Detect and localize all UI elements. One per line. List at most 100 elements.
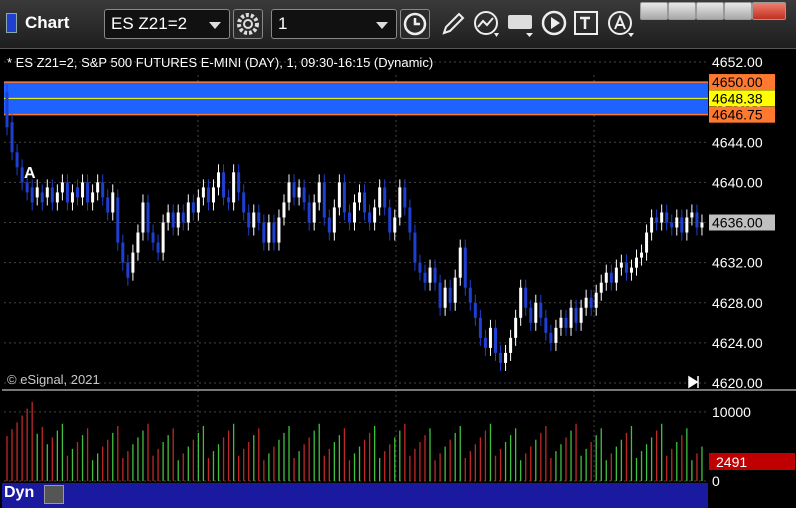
alert-icon[interactable]: [606, 9, 636, 39]
candle-body: [151, 232, 155, 243]
candle-body: [70, 192, 74, 203]
candle-body: [534, 302, 538, 323]
candle-body: [463, 247, 467, 288]
candle-body: [665, 212, 669, 223]
candle-body: [634, 257, 638, 268]
candle-body: [352, 202, 356, 223]
play-icon[interactable]: [540, 9, 570, 39]
copyright-text: © eSignal, 2021: [7, 372, 100, 387]
candle-body: [176, 212, 180, 228]
price-tick-label: 4628.00: [712, 295, 763, 311]
candle-body: [40, 192, 44, 203]
candle-body: [217, 172, 221, 188]
candle-body: [509, 337, 513, 353]
text-tool-icon[interactable]: [572, 9, 602, 39]
candle-body: [86, 182, 90, 203]
symbol-combo[interactable]: ES Z21=2: [104, 9, 230, 39]
candle-body: [559, 317, 563, 328]
candle-body: [222, 172, 226, 198]
candle-body: [388, 207, 392, 233]
candle-body: [604, 272, 608, 283]
pencil-icon[interactable]: [438, 9, 468, 39]
candle-body: [272, 222, 276, 243]
candle-body: [685, 217, 689, 233]
candle-body: [473, 302, 477, 318]
candle-body: [166, 212, 170, 223]
candle-body: [10, 122, 14, 153]
candle-body: [76, 187, 80, 198]
chevron-down-icon[interactable]: [376, 22, 388, 29]
candle-body: [675, 217, 679, 228]
candle-body: [363, 192, 367, 213]
candle-body: [594, 292, 598, 308]
lock-icon[interactable]: [44, 485, 64, 504]
status-bar: [2, 483, 708, 508]
candle-body: [141, 202, 145, 233]
get-data-icon[interactable]: [506, 9, 536, 39]
candle-body: [302, 187, 306, 203]
candle-body: [514, 317, 518, 338]
toolbar: Chart ES Z21=2 1: [0, 0, 796, 49]
candle-body: [277, 217, 281, 243]
minimize-button[interactable]: [640, 2, 668, 20]
candle-body: [322, 182, 326, 218]
candle-body: [418, 262, 422, 273]
candle-body: [30, 187, 34, 203]
candle-body: [96, 182, 100, 193]
candle-body: [413, 232, 417, 263]
candle-body: [378, 187, 382, 208]
candle-body: [438, 282, 442, 308]
price-tick-label: 4644.00: [712, 134, 763, 150]
price-label-text: 4636.00: [712, 215, 763, 231]
candle-body: [307, 202, 311, 223]
price-chart[interactable]: 4652.004648.004644.004640.004636.004632.…: [0, 49, 796, 508]
candle-body: [373, 207, 377, 223]
candle-body: [126, 262, 130, 278]
chevron-down-icon[interactable]: [209, 22, 221, 29]
candle-body: [428, 267, 432, 283]
candle-body: [136, 232, 140, 253]
candle-body: [579, 307, 583, 323]
candle-body: [650, 217, 654, 233]
gear-button[interactable]: [233, 9, 263, 39]
candle-body: [15, 152, 19, 168]
candle-body: [524, 287, 528, 308]
price-label-text: 4648.38: [712, 90, 763, 106]
candle-body: [91, 192, 95, 203]
candle-body: [453, 277, 457, 303]
candle-body: [161, 222, 165, 253]
dynamic-label[interactable]: Dyn: [4, 484, 34, 502]
candle-body: [312, 202, 316, 223]
candle-body: [232, 172, 236, 203]
clock-button[interactable]: [400, 9, 430, 39]
maximize-button[interactable]: [696, 2, 724, 20]
interval-combo[interactable]: 1: [271, 9, 397, 39]
window-title: Chart: [6, 13, 69, 33]
candle-body: [539, 302, 543, 318]
candle-body: [564, 317, 568, 328]
candle-body: [483, 337, 487, 348]
candle-body: [101, 182, 105, 198]
study-icon[interactable]: [472, 9, 502, 39]
price-label-text: 4646.75: [712, 107, 763, 123]
candle-body: [111, 192, 115, 213]
candle-body: [237, 172, 241, 193]
candle-body: [242, 192, 246, 213]
candle-body: [670, 222, 674, 228]
candle-body: [25, 182, 29, 193]
symbol-value: ES Z21=2: [111, 14, 188, 33]
candle-body: [252, 212, 256, 228]
candle-body: [317, 182, 321, 203]
restore-button[interactable]: [668, 2, 696, 20]
candle-body: [383, 187, 387, 208]
candle-body: [287, 182, 291, 203]
close-button[interactable]: [752, 2, 786, 20]
candle-body: [599, 282, 603, 293]
minimize-button-2[interactable]: [724, 2, 752, 20]
candle-body: [262, 222, 266, 243]
candle-body: [458, 247, 462, 278]
chart-info-line: * ES Z21=2, S&P 500 FUTURES E-MINI (DAY)…: [7, 55, 434, 70]
candle-body: [327, 217, 331, 233]
candle-body: [332, 207, 336, 233]
candle-body: [544, 317, 548, 333]
